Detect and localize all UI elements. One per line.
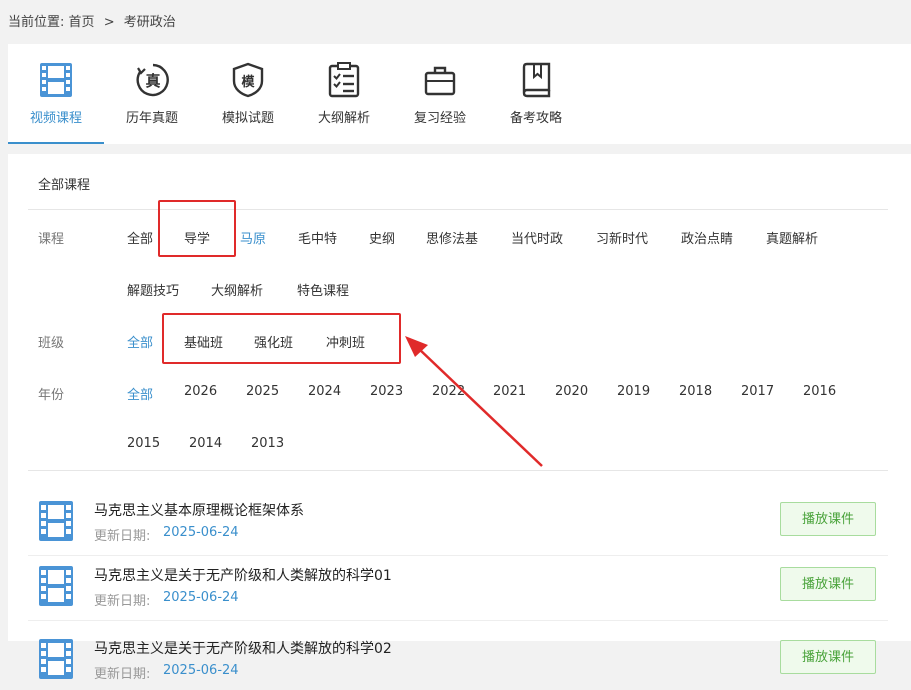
course-option-history[interactable]: 史纲 [369, 228, 395, 247]
breadcrumb-current: 考研政治 [123, 15, 176, 30]
course-option-techniques[interactable]: 解题技巧 [127, 280, 179, 299]
tab-exam-strategy[interactable]: 备考攻略 [488, 44, 584, 144]
course-option-marxism[interactable]: 马原 [240, 228, 266, 247]
update-date-label: 更新日期: [94, 667, 151, 682]
tab-syllabus-analysis[interactable]: 大纲解析 [296, 44, 392, 144]
svg-text:模: 模 [241, 74, 255, 90]
year-option-2026[interactable]: 2026 [184, 384, 217, 399]
tab-label: 复习经验 [413, 111, 466, 126]
list-item: 马克思主义基本原理概论框架体系 更新日期: 2025-06-24 播放课件 [28, 488, 888, 552]
tab-label: 历年真题 [125, 111, 178, 126]
update-date: 2025-06-24 [163, 590, 239, 605]
list-item: 马克思主义是关于无产阶级和人类解放的科学02 更新日期: 2025-06-24 … [28, 626, 888, 690]
tab-video-courses[interactable]: 视频课程 [8, 44, 104, 144]
highlight-box-intro [158, 200, 236, 257]
play-courseware-button[interactable]: 播放课件 [780, 567, 876, 601]
divider [28, 209, 888, 210]
year-option-2019[interactable]: 2019 [617, 384, 650, 399]
breadcrumb-home-link[interactable]: 首页 [69, 15, 95, 30]
film-icon [40, 63, 72, 97]
course-panel: 全部课程 课程 全部 导学 马原 毛中特 史纲 思修法基 当代时政 习新时代 政… [8, 154, 911, 682]
tab-mock-exams[interactable]: 模 模拟试题 [200, 44, 296, 144]
year-option-2016[interactable]: 2016 [803, 384, 836, 399]
update-date: 2025-06-24 [163, 663, 239, 678]
year-option-all[interactable]: 全部 [127, 384, 153, 403]
course-option-new-era[interactable]: 习新时代 [596, 228, 648, 247]
breadcrumb: 当前位置: 首页 > 考研政治 [8, 11, 176, 30]
course-option-all[interactable]: 全部 [127, 228, 153, 247]
course-title[interactable]: 马克思主义是关于无产阶级和人类解放的科学01 [94, 565, 392, 585]
year-option-2020[interactable]: 2020 [555, 384, 588, 399]
mo-shield-icon: 模 [232, 62, 264, 98]
year-option-2013[interactable]: 2013 [251, 436, 284, 451]
course-option-key-points[interactable]: 政治点睛 [681, 228, 733, 247]
tab-label: 视频课程 [29, 111, 82, 126]
course-title[interactable]: 马克思主义基本原理概论框架体系 [94, 500, 304, 520]
course-option-exam-analysis[interactable]: 真题解析 [766, 228, 818, 247]
film-icon [39, 501, 73, 541]
year-option-2014[interactable]: 2014 [189, 436, 222, 451]
year-option-2015[interactable]: 2015 [127, 436, 160, 451]
tab-label: 备考攻略 [509, 111, 562, 126]
divider [28, 470, 888, 471]
year-option-2021[interactable]: 2021 [493, 384, 526, 399]
tab-past-exams[interactable]: 真 历年真题 [104, 44, 200, 144]
course-option-ethics-law[interactable]: 思修法基 [426, 228, 478, 247]
play-courseware-button[interactable]: 播放课件 [780, 640, 876, 674]
year-option-2018[interactable]: 2018 [679, 384, 712, 399]
course-option-mao[interactable]: 毛中特 [298, 228, 337, 247]
year-filter-label: 年份 [38, 388, 65, 403]
film-icon [39, 566, 73, 606]
year-option-2023[interactable]: 2023 [370, 384, 403, 399]
year-option-2025[interactable]: 2025 [246, 384, 279, 399]
year-option-2024[interactable]: 2024 [308, 384, 341, 399]
class-option-all[interactable]: 全部 [127, 332, 153, 351]
update-date: 2025-06-24 [163, 525, 239, 540]
tab-label: 大纲解析 [317, 111, 370, 126]
checklist-icon [328, 62, 360, 98]
book-icon [522, 62, 551, 98]
course-filter-label: 课程 [38, 232, 65, 247]
update-date-label: 更新日期: [94, 529, 151, 544]
year-option-2017[interactable]: 2017 [741, 384, 774, 399]
tab-label: 模拟试题 [221, 111, 274, 126]
all-courses-heading: 全部课程 [38, 178, 91, 193]
film-icon [39, 639, 73, 679]
course-title[interactable]: 马克思主义是关于无产阶级和人类解放的科学02 [94, 638, 392, 658]
update-date-label: 更新日期: [94, 594, 151, 609]
year-option-2022[interactable]: 2022 [432, 384, 465, 399]
list-item: 马克思主义是关于无产阶级和人类解放的科学01 更新日期: 2025-06-24 … [28, 553, 888, 617]
breadcrumb-separator: > [103, 15, 115, 30]
play-courseware-button[interactable]: 播放课件 [780, 502, 876, 536]
divider [28, 620, 888, 621]
tab-review-experience[interactable]: 复习经验 [392, 44, 488, 144]
category-tabbar: 视频课程 真 历年真题 模 模拟试题 大纲解析 复习经验 备考攻略 [8, 44, 911, 144]
breadcrumb-prefix: 当前位置: [8, 15, 65, 30]
class-filter-label: 班级 [38, 336, 65, 351]
briefcase-icon [424, 66, 456, 96]
course-option-special[interactable]: 特色课程 [297, 280, 349, 299]
svg-text:真: 真 [145, 72, 160, 90]
course-option-current-affairs[interactable]: 当代时政 [511, 228, 563, 247]
highlight-box-class-options [162, 313, 401, 364]
zhen-badge-icon: 真 [136, 63, 169, 97]
course-option-syllabus[interactable]: 大纲解析 [211, 280, 263, 299]
